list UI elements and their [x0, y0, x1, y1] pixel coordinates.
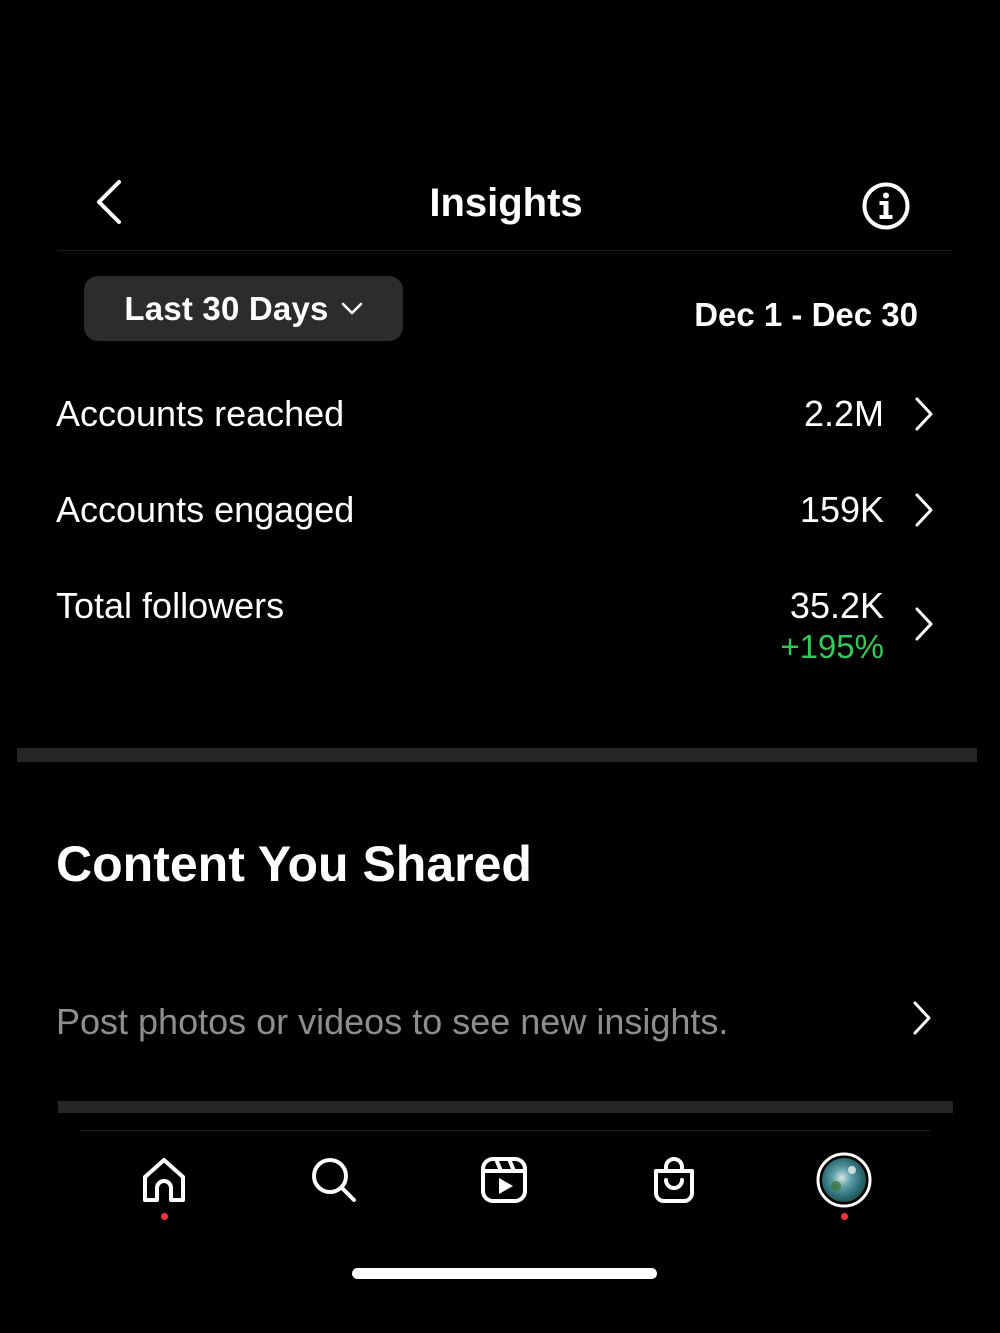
metric-label: Accounts reached — [56, 393, 345, 434]
content-divider — [58, 1101, 953, 1113]
metric-row-total-followers[interactable]: Total followers 35.2K +195% — [0, 580, 1000, 670]
date-range-text: Dec 1 - Dec 30 — [694, 296, 918, 333]
info-button[interactable] — [856, 176, 916, 236]
tab-home[interactable] — [129, 1150, 199, 1210]
back-button[interactable] — [84, 170, 134, 234]
profile-notification-dot — [841, 1213, 848, 1220]
content-empty-row[interactable]: Post photos or videos to see new insight… — [0, 990, 1000, 1054]
chevron-right-icon — [915, 397, 933, 431]
profile-avatar — [816, 1152, 872, 1208]
home-indicator — [352, 1268, 657, 1279]
reels-icon — [481, 1157, 527, 1203]
header-divider — [58, 250, 952, 251]
home-icon — [143, 1158, 185, 1202]
home-notification-dot — [161, 1213, 168, 1220]
search-icon — [312, 1158, 356, 1202]
chevron-left-icon — [97, 180, 121, 224]
metric-row-accounts-reached[interactable]: Accounts reached 2.2M — [0, 388, 1000, 444]
metric-value: 35.2K — [789, 585, 884, 626]
tab-reels[interactable] — [469, 1150, 539, 1210]
date-range-dropdown[interactable]: Last 30 Days — [84, 276, 403, 341]
section-title-content: Content You Shared — [56, 836, 532, 892]
chevron-right-icon — [915, 607, 933, 641]
chevron-right-icon — [915, 493, 933, 527]
empty-state-message: Post photos or videos to see new insight… — [56, 1001, 729, 1042]
tab-shop[interactable] — [639, 1150, 709, 1210]
metric-label: Accounts engaged — [56, 489, 355, 530]
metric-row-accounts-engaged[interactable]: Accounts engaged 159K — [0, 484, 1000, 540]
shop-icon — [654, 1157, 694, 1203]
section-divider — [17, 748, 977, 762]
metric-value: 159K — [799, 489, 884, 530]
metric-value: 2.2M — [803, 393, 884, 434]
tabbar-divider — [80, 1130, 930, 1131]
info-icon — [862, 182, 910, 230]
tab-search[interactable] — [299, 1150, 369, 1210]
page-title: Insights — [429, 181, 583, 225]
growth-indicator: +195% — [780, 628, 884, 665]
date-range-label: Last 30 Days — [124, 289, 329, 327]
chevron-down-icon — [341, 302, 362, 314]
chevron-right-icon — [913, 1001, 931, 1035]
metric-label: Total followers — [56, 585, 285, 626]
tab-profile[interactable] — [809, 1150, 879, 1210]
